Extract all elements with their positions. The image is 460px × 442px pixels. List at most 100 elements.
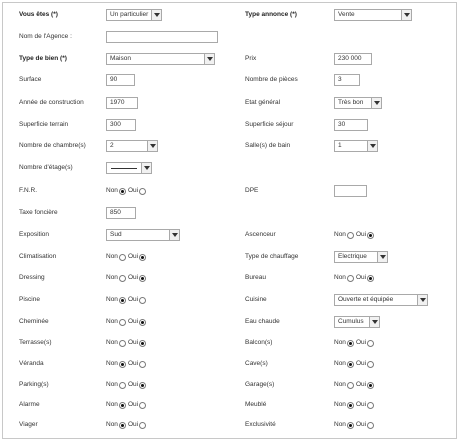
prix-input[interactable]: 230 000 (334, 53, 372, 65)
radio-non[interactable] (118, 401, 126, 409)
radio-non[interactable] (118, 381, 126, 389)
chauffage-value: Electrique (338, 253, 367, 260)
meuble-radio-group[interactable]: Non Oui (334, 399, 376, 411)
radio-oui[interactable] (139, 339, 147, 347)
bureau-radio-group[interactable]: Non Oui (334, 272, 376, 284)
radio-non-label: Non (106, 401, 118, 408)
type-bien-select[interactable]: Maison (106, 53, 215, 65)
radio-non[interactable] (346, 401, 354, 409)
radio-non[interactable] (346, 360, 354, 368)
parking-radio-group[interactable]: Non Oui (106, 379, 148, 391)
exclusivite-radio-group[interactable]: Non Oui (334, 419, 376, 431)
type-annonce-select[interactable]: Vente (334, 9, 412, 21)
radio-non-label: Non (334, 339, 346, 346)
veranda-radio-group[interactable]: Non Oui (106, 358, 148, 370)
radio-non[interactable] (118, 253, 126, 261)
radio-oui[interactable] (139, 187, 147, 195)
listing-form: Vous êtes (*) Un particulier Type annonc… (2, 2, 457, 439)
viager-radio-group[interactable]: Non Oui (106, 419, 148, 431)
surface-label: Surface (19, 76, 42, 83)
superficie-terrain-input[interactable]: 300 (106, 119, 136, 131)
radio-non[interactable] (118, 187, 126, 195)
fnr-radio-group[interactable]: Non Oui (106, 185, 148, 197)
radio-oui[interactable] (367, 339, 375, 347)
radio-oui[interactable] (139, 401, 147, 409)
cuisine-select[interactable]: Ouverte et équipée (334, 294, 428, 306)
cuisine-value: Ouverte et équipée (338, 296, 394, 303)
climatisation-radio-group[interactable]: Non Oui (106, 251, 148, 263)
radio-oui[interactable] (139, 381, 147, 389)
etages-select[interactable] (106, 162, 152, 174)
radio-non[interactable] (346, 421, 354, 429)
radio-oui[interactable] (139, 421, 147, 429)
salle-bain-value: 1 (338, 142, 342, 149)
chevron-down-icon (204, 54, 214, 64)
radio-oui[interactable] (367, 274, 375, 282)
chevron-down-icon (377, 252, 387, 262)
balcon-radio-group[interactable]: Non Oui (334, 337, 376, 349)
empty-option-dash (111, 168, 137, 169)
piscine-radio-group[interactable]: Non Oui (106, 294, 148, 306)
chambres-select[interactable]: 2 (106, 140, 158, 152)
radio-oui[interactable] (139, 318, 147, 326)
radio-oui[interactable] (367, 360, 375, 368)
type-annonce-value: Vente (338, 11, 355, 18)
prix-label: Prix (245, 55, 257, 62)
radio-oui[interactable] (367, 421, 375, 429)
vous-etes-select[interactable]: Un particulier (106, 9, 162, 21)
chambres-label: Nombre de chambre(s) (19, 142, 86, 149)
radio-oui[interactable] (367, 231, 375, 239)
radio-oui[interactable] (139, 296, 147, 304)
garage-radio-group[interactable]: Non Oui (334, 379, 376, 391)
radio-non[interactable] (118, 274, 126, 282)
radio-non[interactable] (346, 339, 354, 347)
radio-non[interactable] (118, 318, 126, 326)
terrasse-radio-group[interactable]: Non Oui (106, 337, 148, 349)
radio-non[interactable] (346, 381, 354, 389)
radio-non[interactable] (118, 296, 126, 304)
exposition-select[interactable]: Sud (106, 229, 180, 241)
row-parking: Parking(s) Non Oui Garage(s) Non Oui (3, 379, 456, 391)
type-annonce-label: Type annonce (*) (245, 11, 297, 18)
salle-bain-select[interactable]: 1 (334, 140, 378, 152)
row-exposition: Exposition Sud Ascenceur Non Oui (3, 229, 456, 241)
chevron-down-icon (169, 230, 179, 240)
radio-non[interactable] (118, 360, 126, 368)
cheminee-radio-group[interactable]: Non Oui (106, 316, 148, 328)
radio-oui-label: Oui (127, 318, 139, 325)
vous-etes-value: Un particulier (110, 11, 149, 18)
radio-non-label: Non (334, 401, 346, 408)
radio-non-label: Non (334, 274, 346, 281)
chauffage-select[interactable]: Electrique (334, 251, 388, 263)
radio-non[interactable] (346, 231, 354, 239)
radio-oui[interactable] (139, 274, 147, 282)
superficie-sejour-input[interactable]: 30 (334, 119, 368, 131)
radio-oui[interactable] (367, 381, 375, 389)
cave-radio-group[interactable]: Non Oui (334, 358, 376, 370)
ascenceur-radio-group[interactable]: Non Oui (334, 229, 376, 241)
radio-oui[interactable] (139, 253, 147, 261)
dressing-radio-group[interactable]: Non Oui (106, 272, 148, 284)
radio-oui[interactable] (139, 360, 147, 368)
type-bien-label: Type de bien (*) (19, 55, 67, 62)
surface-input[interactable]: 90 (106, 74, 135, 86)
pieces-input[interactable]: 3 (334, 74, 360, 86)
radio-oui[interactable] (367, 401, 375, 409)
radio-non-label: Non (106, 253, 118, 260)
radio-non[interactable] (346, 274, 354, 282)
nom-agence-input[interactable] (106, 31, 218, 43)
chevron-down-icon (401, 10, 411, 20)
chevron-down-icon (147, 141, 157, 151)
radio-non[interactable] (118, 339, 126, 347)
row-dressing: Dressing Non Oui Bureau Non Oui (3, 272, 456, 284)
row-fnr: F.N.R. Non Oui DPE (3, 185, 456, 197)
etat-select[interactable]: Très bon (334, 97, 382, 109)
taxe-input[interactable]: 850 (106, 207, 136, 219)
radio-oui-label: Oui (127, 274, 139, 281)
salle-bain-label: Salle(s) de bain (245, 142, 291, 149)
annee-input[interactable]: 1970 (106, 97, 138, 109)
dpe-input[interactable] (334, 185, 367, 197)
radio-non[interactable] (118, 421, 126, 429)
eau-chaude-select[interactable]: Cumulus (334, 316, 380, 328)
alarme-radio-group[interactable]: Non Oui (106, 399, 148, 411)
